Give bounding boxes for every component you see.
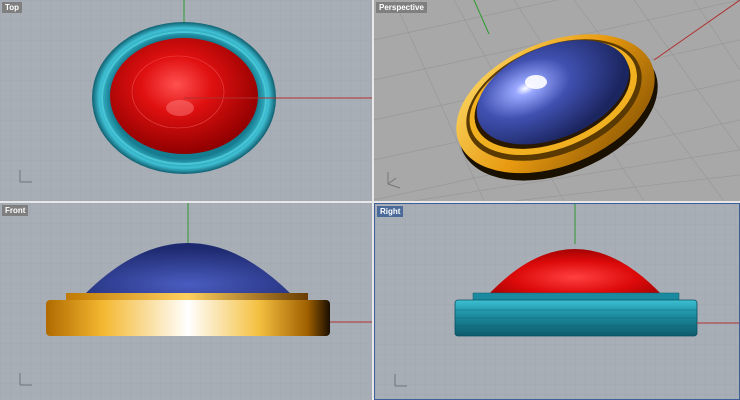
right-canvas bbox=[375, 204, 739, 399]
viewport-label-front[interactable]: Front bbox=[2, 205, 29, 216]
viewport-label-top[interactable]: Top bbox=[2, 2, 23, 13]
viewport-perspective[interactable]: Perspective bbox=[374, 0, 740, 201]
specular-highlight bbox=[525, 75, 547, 89]
viewport-splitter-vertical[interactable] bbox=[372, 0, 374, 400]
axes-icon bbox=[387, 172, 401, 189]
gold-ring-top bbox=[66, 293, 308, 301]
viewport-right[interactable]: Right bbox=[374, 203, 740, 400]
y-axis bbox=[473, 0, 490, 35]
perspective-canvas bbox=[374, 0, 740, 201]
viewport-front[interactable]: Front bbox=[0, 203, 372, 400]
viewport-top[interactable]: Top bbox=[0, 0, 372, 201]
front-canvas bbox=[0, 203, 372, 400]
top-canvas bbox=[0, 0, 372, 201]
viewport-label-perspective[interactable]: Perspective bbox=[376, 2, 427, 13]
rhino-viewports: Top Perspective Front Right bbox=[0, 0, 740, 400]
gold-ring-body bbox=[46, 300, 330, 336]
highlight bbox=[166, 100, 194, 116]
viewport-label-right[interactable]: Right bbox=[377, 206, 404, 217]
viewport-splitter-horizontal[interactable] bbox=[0, 201, 740, 203]
